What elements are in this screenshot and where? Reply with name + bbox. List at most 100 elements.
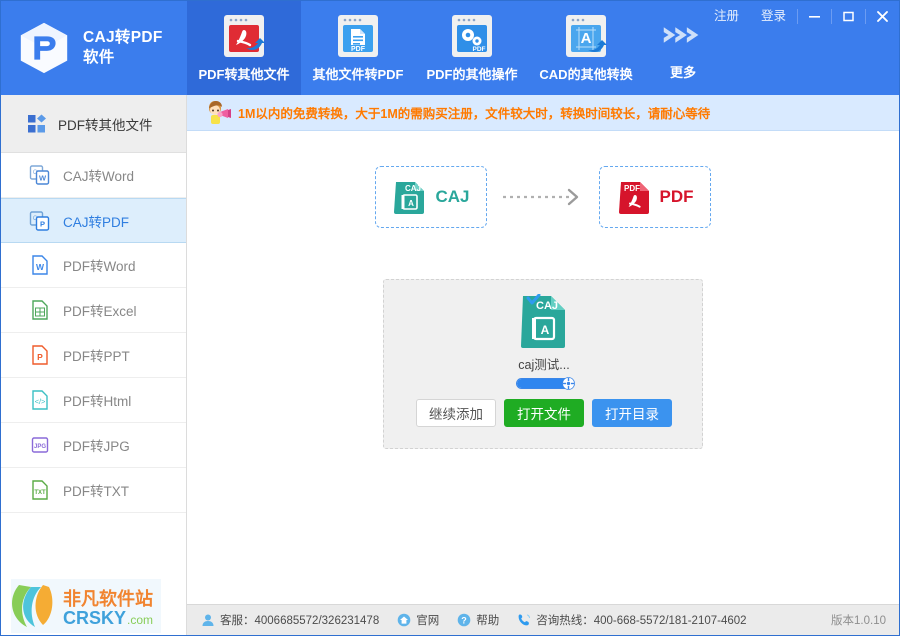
footer-help-text: 帮助 (476, 615, 500, 627)
watermark-line1: 非凡软件站 (63, 588, 153, 609)
svg-text:</>: </> (35, 397, 46, 406)
jpg-file-icon: JPG (31, 437, 49, 453)
svg-text:W: W (39, 174, 47, 183)
toolbar-item-label: 更多 (669, 65, 696, 80)
word-file-icon: W (32, 255, 48, 275)
open-folder-button[interactable]: 打开目录 (592, 399, 672, 427)
caj-to-word-icon: C W (29, 165, 50, 185)
dotted-arrow-right-icon (503, 188, 579, 206)
top-toolbar: PDF转其他文件 PDF 其他文件转PDF PDF PDF的其他操作 A CAD… (187, 1, 723, 95)
sidebar-item-caj-to-pdf[interactable]: C P CAJ转PDF (1, 198, 186, 243)
close-button[interactable] (866, 1, 899, 31)
register-link[interactable]: 注册 (703, 1, 750, 31)
login-link[interactable]: 登录 (750, 1, 797, 31)
user-headset-icon (202, 614, 214, 626)
svg-text:P: P (40, 219, 45, 228)
sidebar-item-label: CAJ转PDF (63, 214, 130, 230)
svg-text:CAJ: CAJ (405, 184, 421, 193)
sidebar-item-pdf-to-excel[interactable]: PDF转Excel (1, 288, 186, 333)
other-to-pdf-icon: PDF (338, 15, 378, 57)
home-icon (397, 613, 411, 627)
sidebar-header[interactable]: PDF转其他文件 (1, 95, 186, 153)
grid-squares-icon (28, 114, 46, 132)
minimize-button[interactable] (798, 1, 831, 31)
progress-bar (516, 377, 575, 390)
brand-title: CAJ转PDF软件 (83, 29, 163, 66)
watermark-line2: CRSKY (63, 608, 126, 628)
question-icon: ? (457, 613, 471, 627)
footer-website-text: 官网 (416, 615, 440, 627)
maximize-button[interactable] (832, 1, 865, 31)
svg-text:?: ? (461, 616, 467, 626)
footer-hotline-text: 咨询热线：400-668-5572/181-2107-4602 (536, 615, 747, 627)
footer-hotline[interactable]: 咨询热线：400-668-5572/181-2107-4602 (517, 612, 747, 628)
maximize-icon (843, 11, 854, 21)
app-logo-icon (20, 22, 68, 74)
sidebar-item-label: PDF转JPG (63, 439, 130, 454)
flow-target-label: PDF (659, 187, 694, 206)
pdf-file-icon: PDF (618, 182, 649, 214)
sidebar-item-label: CAJ转Word (63, 169, 135, 184)
sidebar-item-pdf-to-ppt[interactable]: P PDF转PPT (1, 333, 186, 378)
watermark-line2-suffix: .com (127, 613, 153, 627)
open-file-button[interactable]: 打开文件 (504, 399, 584, 427)
footer-website[interactable]: 官网 (397, 612, 439, 628)
sidebar-item-label: PDF转Excel (63, 304, 137, 319)
crsky-watermark: 非凡软件站 CRSKY .com (11, 579, 161, 633)
megaphone-girl-icon (209, 100, 231, 124)
window-controls: 注册 登录 (703, 1, 899, 31)
main-content: CAJ A CAJ PDF PDF CAJ A caj测试... 继续添加 打开… (187, 131, 899, 606)
caj-to-pdf-icon: C P (29, 210, 50, 231)
notice-text: 1M以内的免费转换，大于1M的需购买注册，文件较大时，转换时间较长，请耐心等待 (238, 107, 711, 121)
ppt-file-icon: P (32, 345, 48, 365)
svg-text:A: A (581, 30, 592, 47)
svg-text:JPG: JPG (34, 444, 46, 450)
version-label: 版本1.0.10 (831, 615, 886, 627)
toolbar-item-pdf-operations[interactable]: PDF PDF的其他操作 (415, 1, 529, 95)
conversion-flow: CAJ A CAJ PDF PDF (187, 166, 899, 228)
toolbar-item-label: PDF的其他操作 (426, 67, 518, 82)
svg-text:P: P (37, 352, 43, 362)
app-window: CAJ转PDF软件 PDF转其他文件 PDF 其他文件转PDF PDF PDF的… (0, 0, 900, 636)
toolbar-item-cad-convert[interactable]: A CAD的其他转换 (529, 1, 643, 95)
sidebar: PDF转其他文件 C W CAJ转Word C P CAJ转PDF W PDF转… (1, 95, 187, 635)
progress-fill (517, 379, 569, 388)
dropzone[interactable]: CAJ A caj测试... 继续添加 打开文件 打开目录 (383, 279, 703, 449)
sidebar-item-caj-to-word[interactable]: C W CAJ转Word (1, 153, 186, 198)
html-file-icon: </> (32, 390, 48, 410)
file-card: CAJ A caj测试... (384, 294, 704, 390)
caj-file-icon: CAJ A (521, 294, 565, 348)
gear-spinner-icon (562, 377, 575, 390)
svg-text:A: A (409, 199, 415, 208)
sidebar-item-pdf-to-jpg[interactable]: JPG PDF转JPG (1, 423, 186, 468)
sidebar-header-label: PDF转其他文件 (58, 117, 153, 133)
cad-convert-icon: A (566, 15, 607, 57)
excel-file-icon (32, 300, 48, 320)
footer-help[interactable]: ? 帮助 (457, 612, 499, 628)
title-bar: CAJ转PDF软件 PDF转其他文件 PDF 其他文件转PDF PDF PDF的… (1, 1, 899, 95)
sidebar-item-pdf-to-word[interactable]: W PDF转Word (1, 243, 186, 288)
svg-text:PDF: PDF (351, 46, 366, 53)
flow-source-box: CAJ A CAJ (375, 166, 487, 228)
continue-add-button[interactable]: 继续添加 (416, 399, 496, 427)
toolbar-item-label: PDF转其他文件 (198, 67, 290, 82)
toolbar-item-pdf-to-other[interactable]: PDF转其他文件 (187, 1, 301, 95)
file-name: caj测试... (518, 358, 570, 372)
svg-text:CAJ: CAJ (536, 300, 558, 312)
svg-text:W: W (36, 262, 45, 272)
toolbar-item-label: 其他文件转PDF (312, 67, 404, 82)
sidebar-item-pdf-to-html[interactable]: </> PDF转Html (1, 378, 186, 423)
sidebar-item-pdf-to-txt[interactable]: TXT PDF转TXT (1, 468, 186, 513)
sidebar-item-label: PDF转PPT (63, 349, 130, 364)
sidebar-item-label: PDF转Html (63, 394, 132, 409)
close-icon (877, 10, 888, 22)
toolbar-item-other-to-pdf[interactable]: PDF 其他文件转PDF (301, 1, 415, 95)
file-actions: 继续添加 打开文件 打开目录 (384, 399, 704, 427)
pdf-operations-icon: PDF (452, 15, 492, 57)
brand: CAJ转PDF软件 (1, 1, 187, 95)
footer-support[interactable]: 客服：4006685572/326231478 (201, 612, 379, 628)
more-arrows-icon (663, 27, 699, 43)
caj-file-icon: CAJ A (394, 182, 425, 214)
pdf-to-other-icon (224, 15, 265, 57)
txt-file-icon: TXT (32, 480, 48, 500)
